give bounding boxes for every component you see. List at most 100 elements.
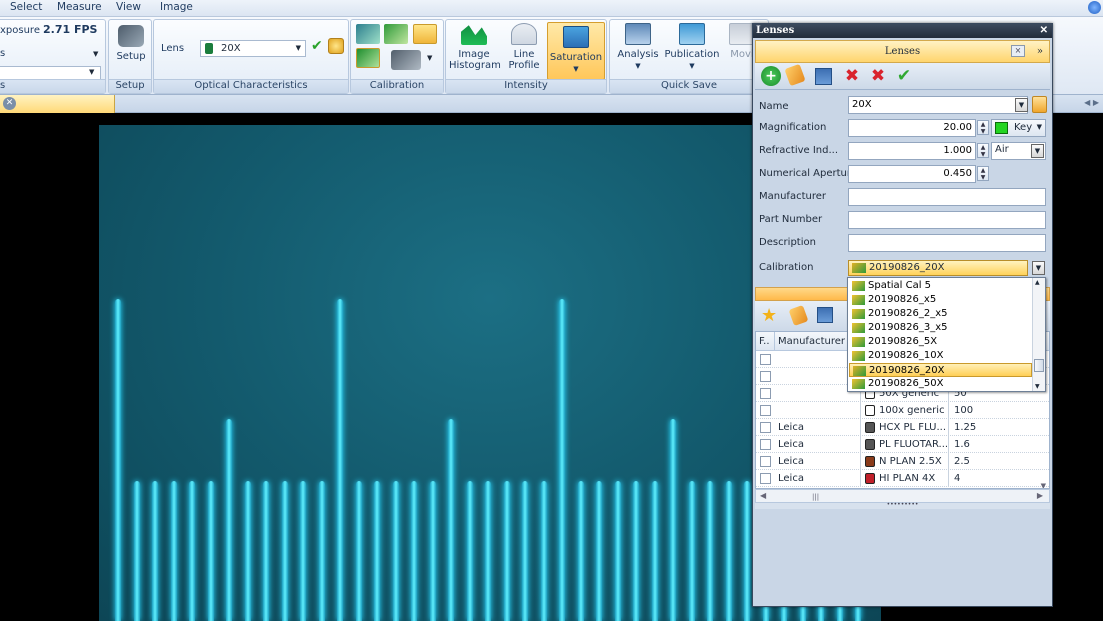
row-checkbox[interactable] xyxy=(760,405,771,416)
save-lens-icon[interactable] xyxy=(815,68,832,85)
grid-scroll-down-icon[interactable]: ▼ xyxy=(1041,482,1046,488)
name-field[interactable]: 20X xyxy=(848,96,1028,114)
calibration-option[interactable]: 20190826_10X xyxy=(849,349,1032,363)
calibration-select[interactable]: 20190826_20X xyxy=(848,260,1028,276)
publication-button[interactable]: Publication ▼ xyxy=(664,23,720,72)
graticule-tick xyxy=(392,481,399,621)
numerical-aperture-field[interactable]: 0.450 xyxy=(848,165,976,183)
part-number-field[interactable] xyxy=(848,211,1046,229)
lens-settings-icon[interactable] xyxy=(328,38,344,54)
menu-image[interactable]: Image xyxy=(160,1,193,13)
line-profile-button[interactable]: Line Profile xyxy=(503,23,545,71)
calibration-option-label: 20190826_20X xyxy=(869,365,945,376)
close-tab-icon[interactable]: ✕ xyxy=(3,97,16,110)
key-color-swatch xyxy=(995,122,1008,134)
table-row[interactable]: Leica N PLAN 2.5X 2.5 xyxy=(756,453,1049,470)
setup-button[interactable]: Setup xyxy=(112,25,150,62)
lens-browse-icon[interactable] xyxy=(1032,96,1047,113)
image-histogram-button[interactable]: Image Histogram xyxy=(449,23,501,71)
exposure-select-arrow-icon[interactable]: ▼ xyxy=(89,68,94,76)
manufacturer-field[interactable] xyxy=(848,188,1046,206)
calibration-ruler-icon[interactable] xyxy=(413,24,437,44)
close-window-icon[interactable]: ✕ xyxy=(1040,24,1048,38)
delete-all-lenses-icon[interactable]: ✖ xyxy=(868,66,888,86)
menu-select[interactable]: Select xyxy=(10,1,42,13)
lens-select[interactable]: 20X ▼ xyxy=(200,40,306,57)
calibration-dropdown-icon[interactable]: ▼ xyxy=(427,54,432,62)
calibration-wizard-icon[interactable] xyxy=(356,48,380,68)
calibration-list-scrollbar[interactable]: ▲ ▼ xyxy=(1032,278,1045,391)
row-checkbox[interactable] xyxy=(760,371,771,382)
numerical-aperture-spinner[interactable]: ▲ ▼ xyxy=(977,166,989,181)
key-color-select[interactable]: Key ▼ xyxy=(991,119,1046,137)
document-tab[interactable]: ✕ xyxy=(0,95,115,113)
edit-lens-icon[interactable] xyxy=(784,63,806,87)
row-checkbox[interactable] xyxy=(760,354,771,365)
scroll-thumb-grip[interactable]: ||| xyxy=(812,493,819,501)
name-dropdown-icon[interactable]: ▼ xyxy=(1015,98,1028,112)
calibrate-spatial-icon[interactable] xyxy=(356,24,380,44)
calibration-option[interactable]: 20190826_50X xyxy=(849,377,1032,391)
panel-close-icon[interactable]: × xyxy=(1011,45,1025,57)
graticule-tick xyxy=(226,419,232,621)
lenses-window-titlebar[interactable]: Lenses ✕ xyxy=(753,24,1052,38)
menu-view[interactable]: View xyxy=(116,1,141,13)
row-checkbox[interactable] xyxy=(760,388,771,399)
exposure-dropdown-arrow-icon[interactable]: ▼ xyxy=(93,50,98,58)
panel-collapse-icon[interactable]: » xyxy=(1037,41,1043,62)
row-lens-name: 100x generic xyxy=(860,402,948,419)
key-label: Key xyxy=(1014,122,1033,133)
table-row[interactable]: Leica HCX PL FLU... 1.25 xyxy=(756,419,1049,436)
favorite-star-icon[interactable]: ★ xyxy=(761,305,777,326)
publication-label: Publication xyxy=(664,49,720,60)
table-row[interactable]: Leica PL FLUOTAR... 1.6 xyxy=(756,436,1049,453)
edit-list-icon[interactable] xyxy=(788,304,809,327)
row-checkbox[interactable] xyxy=(760,456,771,467)
menu-measure[interactable]: Measure xyxy=(57,1,102,13)
add-lens-icon[interactable]: + xyxy=(761,66,781,86)
image-histogram-label-2: Histogram xyxy=(449,60,501,71)
calibration-option[interactable]: Spatial Cal 5 xyxy=(849,279,1032,293)
help-icon[interactable] xyxy=(1088,1,1101,14)
calibration-option[interactable]: 20190826_2_x5 xyxy=(849,307,1032,321)
magnification-field[interactable]: 20.00 xyxy=(848,119,976,137)
calibration-dropdown-icon[interactable]: ▼ xyxy=(1032,261,1045,275)
delete-lens-icon[interactable]: ✖ xyxy=(842,66,862,86)
analysis-button[interactable]: Analysis ▼ xyxy=(614,23,662,72)
row-checkbox[interactable] xyxy=(760,439,771,450)
apply-lens-icon[interactable]: ✔ xyxy=(894,66,914,86)
scroll-down-icon[interactable]: ▼ xyxy=(1035,383,1040,390)
table-row[interactable]: Leica HI PLAN 4X 4 xyxy=(756,470,1049,487)
description-label: Description xyxy=(759,237,816,248)
refractive-index-spinner[interactable]: ▲ ▼ xyxy=(977,143,989,158)
column-header-flag[interactable]: F.. xyxy=(756,332,775,351)
scroll-thumb[interactable] xyxy=(1034,359,1044,372)
scroll-up-icon[interactable]: ▲ xyxy=(1035,279,1040,286)
lens-icon xyxy=(865,422,875,433)
row-checkbox[interactable] xyxy=(760,422,771,433)
calibration-option[interactable]: 20190826_x5 xyxy=(849,293,1032,307)
saturation-button[interactable]: Saturation ▼ xyxy=(547,22,605,80)
row-lens-name-text: N PLAN 2.5X xyxy=(879,456,942,467)
save-list-icon[interactable] xyxy=(817,307,833,323)
calibration-option[interactable]: 20190826_5X xyxy=(849,335,1032,349)
medium-select[interactable]: Air ▼ xyxy=(991,142,1046,160)
scroll-left-icon[interactable]: ◀ xyxy=(760,491,766,500)
camera-calibrate-icon[interactable] xyxy=(391,50,421,70)
row-checkbox[interactable] xyxy=(760,473,771,484)
lenses-header-title: Lenses xyxy=(884,46,921,57)
calibration-select-value: 20190826_20X xyxy=(869,262,945,273)
apply-checkmark-icon[interactable]: ✔ xyxy=(311,38,323,54)
table-row[interactable]: 100x generic 100 xyxy=(756,402,1049,419)
row-magnification: 4 xyxy=(948,470,960,487)
exposure-select[interactable] xyxy=(0,66,101,80)
calibration-option-selected[interactable]: 20190826_20X xyxy=(849,363,1032,377)
tab-scroll-arrows-icon[interactable]: ◀ ▶ xyxy=(1084,98,1099,107)
magnification-spinner[interactable]: ▲ ▼ xyxy=(977,120,989,135)
calibration-option[interactable]: 20190826_3_x5 xyxy=(849,321,1032,335)
description-field[interactable] xyxy=(848,234,1046,252)
refractive-index-field[interactable]: 1.000 xyxy=(848,142,976,160)
scroll-right-icon[interactable]: ▶ xyxy=(1037,491,1043,500)
lens-select-value: 20X xyxy=(221,43,241,54)
calibrate-edit-icon[interactable] xyxy=(384,24,408,44)
